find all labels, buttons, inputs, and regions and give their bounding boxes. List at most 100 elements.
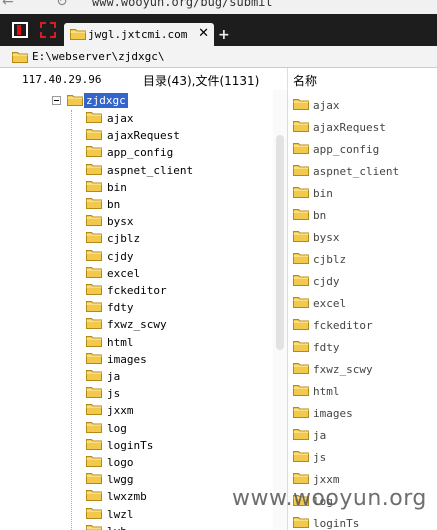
reload-icon[interactable]: ↻ [56, 0, 68, 10]
tree-item[interactable]: aspnet_client [86, 162, 266, 179]
folder-icon [86, 438, 102, 450]
path-bar[interactable]: E:\webserver\zjdxgc\ [0, 46, 437, 68]
tree-item[interactable]: fckeditor [86, 282, 266, 299]
tree-root-label[interactable]: zjdxgc [84, 93, 128, 108]
tree-item-label: cjblz [107, 232, 141, 246]
tree-item[interactable]: log [86, 420, 266, 437]
back-arrow-icon[interactable]: ← [2, 0, 14, 10]
list-item-label: bn [313, 209, 327, 222]
file-list: ajax ajaxRequest app_config aspnet_client bi… [288, 90, 437, 530]
tree-item-label: lwgg [107, 473, 134, 487]
list-item-label: fckeditor [313, 319, 373, 332]
folder-icon [293, 98, 309, 110]
tree-item[interactable]: bysx [86, 213, 266, 230]
tree-item[interactable]: excel [86, 265, 266, 282]
folder-icon [293, 208, 309, 220]
url-text[interactable]: www.wooyun.org/bug/submit [92, 0, 273, 9]
tree-item[interactable]: images [86, 351, 266, 368]
folder-icon [86, 524, 102, 530]
folder-icon [293, 472, 309, 484]
folder-icon [293, 450, 309, 462]
folder-icon [293, 120, 309, 132]
list-item[interactable]: bn [293, 204, 437, 226]
tab-jwgl[interactable]: jwgl.jxtcmi.com ✕ [64, 23, 214, 46]
tree-item[interactable]: html [86, 334, 266, 351]
tree-item-label: ajaxRequest [107, 129, 180, 143]
watermark: www.wooyun.org [232, 486, 427, 511]
folder-icon [293, 252, 309, 264]
list-item-label: ajaxRequest [313, 121, 386, 134]
capture-icon[interactable] [40, 22, 56, 38]
folder-icon [293, 384, 309, 396]
list-item[interactable]: fdty [293, 336, 437, 358]
tree-item[interactable]: loginTs [86, 437, 266, 454]
list-item-label: fxwz_scwy [313, 363, 373, 376]
folder-icon [86, 300, 102, 312]
list-item[interactable]: loginTs [293, 512, 437, 530]
tree-item[interactable]: cjblz [86, 230, 266, 247]
list-item[interactable]: cjdy [293, 270, 437, 292]
path-text[interactable]: E:\webserver\zjdxgc\ [32, 50, 164, 63]
tree-item-label: fxwz_scwy [107, 318, 167, 332]
list-item[interactable]: excel [293, 292, 437, 314]
tree-item-label: html [107, 335, 134, 349]
list-item[interactable]: aspnet_client [293, 160, 437, 182]
name-header-label: 名称 [293, 74, 318, 88]
tree-item[interactable]: jxxm [86, 402, 266, 419]
scrollbar-thumb[interactable] [276, 135, 284, 350]
tree-item[interactable]: app_config [86, 144, 266, 161]
app-logo-icon[interactable] [12, 22, 28, 38]
folder-icon [293, 230, 309, 242]
list-item[interactable]: cjblz [293, 248, 437, 270]
tab-bar: jwgl.jxtcmi.com ✕ + [0, 14, 437, 46]
tree-item-label: bn [107, 198, 121, 211]
close-icon[interactable]: ✕ [198, 26, 209, 41]
tree-item-label: js [107, 387, 121, 401]
folder-icon [86, 197, 102, 209]
list-item-label: cjdy [313, 275, 340, 288]
list-item[interactable]: app_config [293, 138, 437, 160]
folder-icon [86, 128, 102, 140]
list-item-label: js [313, 451, 327, 464]
tree-item[interactable]: logo [86, 454, 266, 471]
folder-icon [86, 163, 102, 175]
list-item[interactable]: bysx [293, 226, 437, 248]
list-item[interactable]: ajaxRequest [293, 116, 437, 138]
list-item[interactable]: js [293, 446, 437, 468]
folder-icon [86, 145, 102, 157]
tree-item[interactable]: bin [86, 179, 266, 196]
folder-icon [86, 369, 102, 381]
tree-item[interactable]: ajax [86, 110, 266, 127]
list-item[interactable]: html [293, 380, 437, 402]
list-item-label: images [313, 407, 353, 420]
tree-item[interactable]: js [86, 385, 266, 402]
tree-item[interactable]: fdty [86, 299, 266, 316]
list-item[interactable]: fckeditor [293, 314, 437, 336]
tree-item-label: ajax [107, 112, 134, 125]
list-item[interactable]: ja [293, 424, 437, 446]
collapse-icon[interactable] [52, 96, 61, 105]
tree-item[interactable]: cjdy [86, 248, 266, 265]
tree-item[interactable]: lyb [86, 523, 266, 530]
folder-icon [293, 362, 309, 374]
folder-icon [86, 352, 102, 364]
tree-item-label: bysx [107, 215, 134, 229]
list-item[interactable]: fxwz_scwy [293, 358, 437, 380]
tree-item[interactable]: bn [86, 196, 266, 213]
list-item[interactable]: images [293, 402, 437, 424]
new-tab-button[interactable]: + [218, 27, 230, 43]
folder-tree: zjdxgc ajax ajaxRequest app_config aspnet_c… [0, 90, 273, 530]
list-item-label: app_config [313, 143, 380, 156]
tree-guide-line [71, 110, 72, 530]
tree-item[interactable]: ajaxRequest [86, 127, 266, 144]
name-column-header[interactable]: 名称 [287, 68, 437, 90]
url-bar[interactable]: ← ↻ www.wooyun.org/bug/submit [0, 0, 437, 14]
tree-item[interactable]: ja [86, 368, 266, 385]
tree-item-label: ja [107, 370, 121, 383]
list-item[interactable]: ajax [293, 94, 437, 116]
tree-item[interactable]: fxwz_scwy [86, 316, 266, 333]
tree-item-label: lyb [107, 525, 127, 530]
list-item-label: jxxm [313, 473, 340, 486]
list-item[interactable]: bin [293, 182, 437, 204]
tree-scrollbar[interactable] [273, 90, 287, 530]
